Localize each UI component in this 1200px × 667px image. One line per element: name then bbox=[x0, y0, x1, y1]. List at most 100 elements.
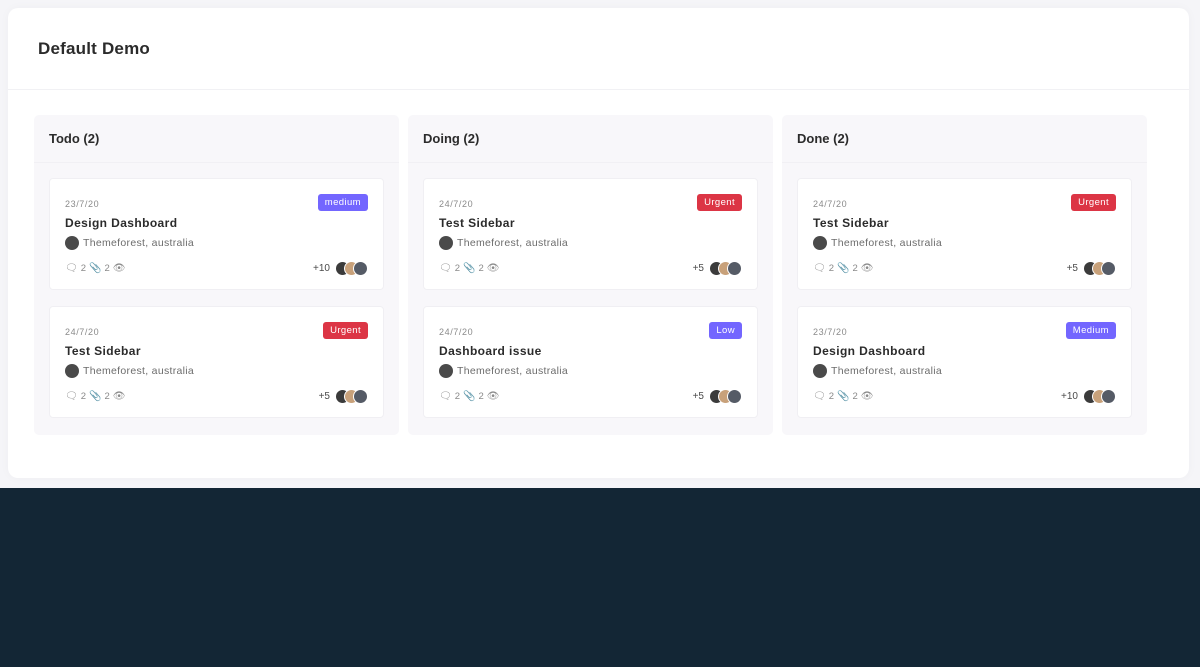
task-members[interactable]: +5 bbox=[319, 389, 368, 404]
board-column: Done (2) 24/7/20 Urgent Test Sidebar The… bbox=[782, 115, 1147, 435]
task-footer: 🗨 2 📎 2 👁 +10 bbox=[65, 261, 368, 276]
client-name: Themeforest, australia bbox=[83, 237, 195, 249]
task-meta: 🗨 2 📎 2 👁 bbox=[65, 391, 125, 402]
task-members[interactable]: +5 bbox=[693, 389, 742, 404]
task-card[interactable]: 24/7/20 Urgent Test Sidebar Themeforest,… bbox=[423, 178, 758, 290]
members-more-count: +5 bbox=[692, 391, 704, 402]
attachment-count: 2 bbox=[104, 263, 110, 274]
comment-icon: 🗨 bbox=[439, 391, 452, 402]
priority-badge: Urgent bbox=[1071, 194, 1116, 211]
task-meta: 🗨 2 📎 2 👁 bbox=[813, 263, 873, 274]
task-meta: 🗨 2 📎 2 👁 bbox=[65, 263, 125, 274]
priority-badge: Urgent bbox=[323, 322, 368, 339]
task-meta: 🗨 2 📎 2 👁 bbox=[813, 391, 873, 402]
comment-count: 2 bbox=[828, 391, 834, 402]
column-title: Done (2) bbox=[782, 115, 1147, 163]
task-members[interactable]: +5 bbox=[1067, 261, 1116, 276]
avatar bbox=[1101, 261, 1116, 276]
comment-count: 2 bbox=[454, 263, 460, 274]
avatar bbox=[727, 261, 742, 276]
task-list: 23/7/20 medium Design Dashboard Themefor… bbox=[34, 163, 399, 418]
task-title[interactable]: Design Dashboard bbox=[813, 344, 1116, 358]
client-avatar bbox=[65, 364, 79, 378]
task-list: 24/7/20 Urgent Test Sidebar Themeforest,… bbox=[782, 163, 1147, 418]
task-footer: 🗨 2 📎 2 👁 +5 bbox=[439, 261, 742, 276]
task-footer: 🗨 2 📎 2 👁 +5 bbox=[65, 389, 368, 404]
client-name: Themeforest, australia bbox=[457, 365, 569, 377]
column-title: Todo (2) bbox=[34, 115, 399, 163]
avatar-stack bbox=[709, 261, 742, 276]
client-name: Themeforest, australia bbox=[831, 237, 943, 249]
priority-badge: Urgent bbox=[697, 194, 742, 211]
avatar bbox=[1101, 389, 1116, 404]
task-card[interactable]: 23/7/20 medium Design Dashboard Themefor… bbox=[49, 178, 384, 290]
client-avatar bbox=[813, 236, 827, 250]
task-card[interactable]: 24/7/20 Urgent Test Sidebar Themeforest,… bbox=[49, 306, 384, 418]
task-card[interactable]: 24/7/20 Low Dashboard issue Themeforest,… bbox=[423, 306, 758, 418]
attachment-icon: 📎 bbox=[89, 263, 102, 274]
members-more-count: +5 bbox=[1066, 263, 1078, 274]
task-client: Themeforest, australia bbox=[439, 364, 742, 378]
task-card[interactable]: 24/7/20 Urgent Test Sidebar Themeforest,… bbox=[797, 178, 1132, 290]
task-client: Themeforest, australia bbox=[813, 236, 1116, 250]
avatar-stack bbox=[1083, 389, 1116, 404]
comment-count: 2 bbox=[80, 391, 86, 402]
task-client: Themeforest, australia bbox=[439, 236, 742, 250]
task-title[interactable]: Test Sidebar bbox=[813, 216, 1116, 230]
avatar-stack bbox=[335, 389, 368, 404]
comment-icon: 🗨 bbox=[813, 391, 826, 402]
task-date: 24/7/20 bbox=[439, 327, 474, 337]
task-title[interactable]: Test Sidebar bbox=[65, 344, 368, 358]
attachment-count: 2 bbox=[104, 391, 110, 402]
client-name: Themeforest, australia bbox=[457, 237, 569, 249]
members-more-count: +10 bbox=[313, 263, 330, 274]
task-footer: 🗨 2 📎 2 👁 +5 bbox=[813, 261, 1116, 276]
board-column: Todo (2) 23/7/20 medium Design Dashboard… bbox=[34, 115, 399, 435]
task-title[interactable]: Dashboard issue bbox=[439, 344, 742, 358]
avatar-stack bbox=[709, 389, 742, 404]
members-more-count: +5 bbox=[692, 263, 704, 274]
comment-icon: 🗨 bbox=[65, 391, 78, 402]
task-title[interactable]: Design Dashboard bbox=[65, 216, 368, 230]
task-client: Themeforest, australia bbox=[65, 364, 368, 378]
task-client: Themeforest, australia bbox=[65, 236, 368, 250]
members-more-count: +10 bbox=[1061, 391, 1078, 402]
eye-icon: 👁 bbox=[860, 391, 874, 402]
members-more-count: +5 bbox=[318, 391, 330, 402]
card-header: Default Demo bbox=[8, 8, 1189, 90]
eye-icon: 👁 bbox=[486, 391, 500, 402]
attachment-count: 2 bbox=[852, 391, 858, 402]
attachment-icon: 📎 bbox=[463, 263, 476, 274]
eye-icon: 👁 bbox=[486, 263, 500, 274]
priority-badge: Medium bbox=[1065, 322, 1116, 339]
task-meta: 🗨 2 📎 2 👁 bbox=[439, 263, 499, 274]
avatar-stack bbox=[1083, 261, 1116, 276]
task-title[interactable]: Test Sidebar bbox=[439, 216, 742, 230]
board-column: Doing (2) 24/7/20 Urgent Test Sidebar Th… bbox=[408, 115, 773, 435]
column-title: Doing (2) bbox=[408, 115, 773, 163]
attachment-icon: 📎 bbox=[837, 263, 850, 274]
task-members[interactable]: +10 bbox=[313, 261, 368, 276]
task-members[interactable]: +5 bbox=[693, 261, 742, 276]
kanban-board: Todo (2) 23/7/20 medium Design Dashboard… bbox=[34, 115, 1147, 435]
client-name: Themeforest, australia bbox=[831, 365, 943, 377]
task-client: Themeforest, australia bbox=[813, 364, 1116, 378]
attachment-count: 2 bbox=[478, 391, 484, 402]
task-card[interactable]: 23/7/20 Medium Design Dashboard Themefor… bbox=[797, 306, 1132, 418]
attachment-icon: 📎 bbox=[463, 391, 476, 402]
comment-icon: 🗨 bbox=[439, 263, 452, 274]
task-meta: 🗨 2 📎 2 👁 bbox=[439, 391, 499, 402]
attachment-icon: 📎 bbox=[89, 391, 102, 402]
eye-icon: 👁 bbox=[112, 391, 126, 402]
eye-icon: 👁 bbox=[112, 263, 126, 274]
avatar-stack bbox=[335, 261, 368, 276]
client-name: Themeforest, australia bbox=[83, 365, 195, 377]
priority-badge: medium bbox=[317, 194, 368, 211]
client-avatar bbox=[813, 364, 827, 378]
task-members[interactable]: +10 bbox=[1061, 389, 1116, 404]
attachment-count: 2 bbox=[852, 263, 858, 274]
avatar bbox=[353, 389, 368, 404]
attachment-icon: 📎 bbox=[837, 391, 850, 402]
avatar bbox=[727, 389, 742, 404]
footer-area bbox=[0, 488, 1200, 667]
